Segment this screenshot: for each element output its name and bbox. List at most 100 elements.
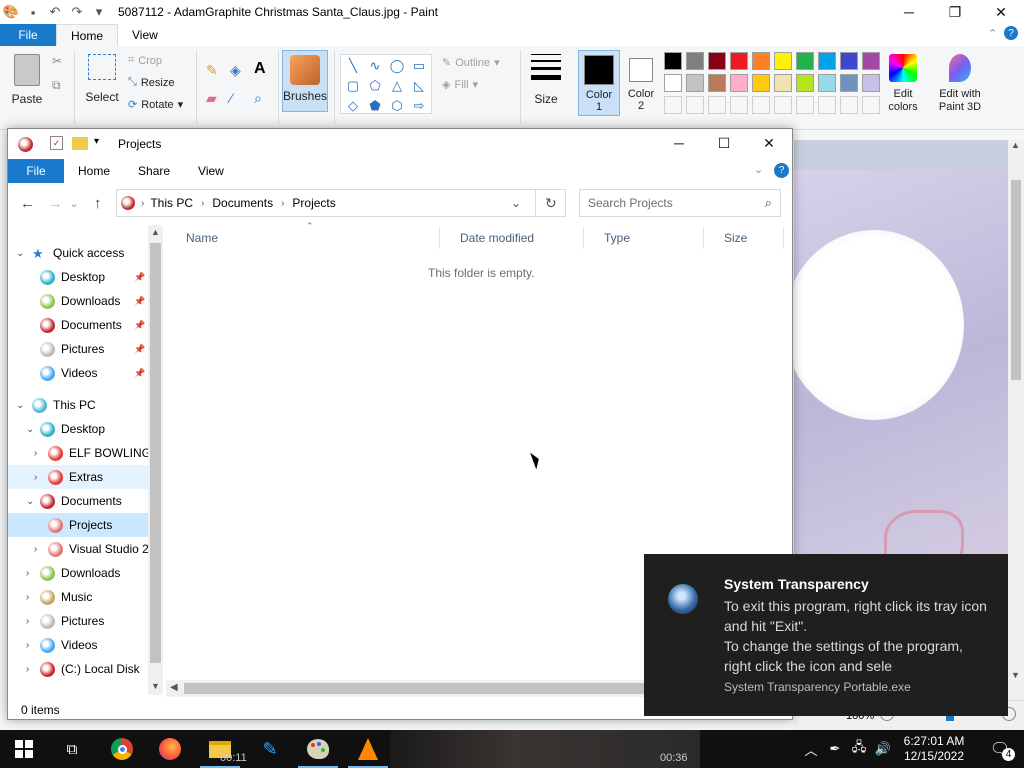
network-icon[interactable]: 🖧 xyxy=(848,730,870,768)
explorer-minimize-button[interactable]: ─ xyxy=(656,131,702,155)
paint-tab-view[interactable]: View xyxy=(118,24,172,46)
size-button[interactable]: Size xyxy=(526,54,566,106)
nav-desktop[interactable]: ⌄ Desktop xyxy=(8,417,148,441)
search-input[interactable]: Search Projects xyxy=(588,196,673,210)
pin-icon[interactable]: 📌 xyxy=(134,296,145,307)
customize-toolbar-icon[interactable]: ▾ xyxy=(90,3,108,21)
palette-empty-swatch[interactable] xyxy=(774,96,792,114)
palette-empty-swatch[interactable] xyxy=(818,96,836,114)
up-arrow-icon[interactable]: ↑ xyxy=(94,195,102,212)
search-box[interactable]: Search Projects ⌕ xyxy=(579,189,781,217)
palette-empty-swatch[interactable] xyxy=(840,96,858,114)
select-button[interactable]: Select xyxy=(84,54,120,104)
column-type[interactable]: Type xyxy=(584,227,704,249)
right-triangle-shape-icon[interactable]: ◺ xyxy=(409,77,429,95)
explorer-maximize-button[interactable]: ☐ xyxy=(701,131,747,155)
address-bar[interactable]: › This PC › Documents › Projects ⌄ ↻ xyxy=(116,189,566,217)
expand-chevron-icon[interactable]: › xyxy=(26,616,29,627)
palette-empty-swatch[interactable] xyxy=(862,96,880,114)
explorer-tab-file[interactable]: File xyxy=(8,159,64,183)
hexagon-shape-icon[interactable]: ⬡ xyxy=(387,97,407,115)
expand-chevron-icon[interactable]: › xyxy=(26,640,29,651)
notification-toast[interactable]: System Transparency To exit this program… xyxy=(644,554,1008,716)
nav-documents[interactable]: ⌄ Documents xyxy=(8,489,148,513)
shapes-gallery[interactable]: ╲ ∿ ◯ ▭ ▢ ⬠ △ ◺ ◇ ⬟ ⬡ ⇨ xyxy=(340,54,432,114)
curve-shape-icon[interactable]: ∿ xyxy=(365,57,385,75)
volume-icon[interactable]: 🔊 xyxy=(872,730,894,768)
recent-locations-icon[interactable]: ⌄ xyxy=(70,199,78,210)
explorer-tab-home[interactable]: Home xyxy=(64,159,124,183)
help-icon[interactable]: ? xyxy=(1004,26,1018,40)
expand-chevron-icon[interactable]: › xyxy=(26,592,29,603)
taskbar-pen-tool[interactable]: ✎ xyxy=(246,730,294,768)
pentagon-shape-icon[interactable]: ⬟ xyxy=(365,97,385,115)
color1-button[interactable]: Color 1 xyxy=(578,50,620,116)
palette-swatch[interactable] xyxy=(730,52,748,70)
explorer-tab-share[interactable]: Share xyxy=(124,159,184,183)
palette-swatch[interactable] xyxy=(796,52,814,70)
oval-shape-icon[interactable]: ◯ xyxy=(387,57,407,75)
rotate-button[interactable]: ⟳ Rotate ▾ xyxy=(128,98,183,112)
rounded-rectangle-shape-icon[interactable]: ▢ xyxy=(343,77,363,95)
paste-button[interactable]: Paste xyxy=(10,54,44,106)
nav-quick-access-item[interactable]: Documents 📌 xyxy=(8,313,148,337)
color-picker-icon[interactable]: ⁄ xyxy=(230,90,232,106)
undo-icon[interactable]: ↶ xyxy=(46,3,64,21)
fill-bucket-icon[interactable]: ◈ xyxy=(230,62,241,79)
paint-close-button[interactable]: ✕ xyxy=(978,0,1024,24)
brushes-button[interactable]: Brushes xyxy=(282,50,328,112)
palette-swatch[interactable] xyxy=(840,52,858,70)
column-date-modified[interactable]: Date modified xyxy=(440,227,584,249)
nav-quick-access-item[interactable]: Desktop 📌 xyxy=(8,265,148,289)
breadcrumb-this-pc[interactable]: This PC xyxy=(150,196,193,210)
start-button[interactable] xyxy=(0,730,48,768)
navigation-scrollbar[interactable]: ▲ ▼ xyxy=(148,225,163,695)
taskbar-paint[interactable] xyxy=(294,730,342,768)
nav-this-pc-item[interactable]: › Videos xyxy=(8,633,148,657)
palette-empty-swatch[interactable] xyxy=(664,96,682,114)
palette-empty-swatch[interactable] xyxy=(708,96,726,114)
paint-tab-file[interactable]: File xyxy=(0,24,56,46)
breadcrumb-documents[interactable]: Documents xyxy=(212,196,273,210)
palette-swatch[interactable] xyxy=(708,74,726,92)
nav-documents-child[interactable]: › Visual Studio 2 xyxy=(8,537,148,561)
rectangle-shape-icon[interactable]: ▭ xyxy=(409,57,429,75)
arrow-shape-icon[interactable]: ⇨ xyxy=(409,97,429,115)
breadcrumb-projects[interactable]: Projects xyxy=(292,196,335,210)
pin-icon[interactable]: 📌 xyxy=(134,368,145,379)
nav-quick-access-item[interactable]: Downloads 📌 xyxy=(8,289,148,313)
fill-button[interactable]: ◈ Fill ▾ xyxy=(442,78,478,92)
palette-swatch[interactable] xyxy=(840,74,858,92)
palette-swatch[interactable] xyxy=(862,74,880,92)
search-icon[interactable]: ⌕ xyxy=(765,195,772,211)
taskbar-vlc[interactable] xyxy=(344,730,392,768)
palette-swatch[interactable] xyxy=(730,74,748,92)
palette-swatch[interactable] xyxy=(752,74,770,92)
clock[interactable]: 6:27:01 AM 12/15/2022 xyxy=(896,730,972,768)
pencil-icon[interactable]: ✎ xyxy=(206,62,218,79)
expand-chevron-icon[interactable]: › xyxy=(26,664,29,675)
explorer-tab-view[interactable]: View xyxy=(184,159,238,183)
color2-button[interactable]: Color 2 xyxy=(622,50,660,116)
palette-swatch[interactable] xyxy=(774,74,792,92)
expand-chevron-icon[interactable]: ⌄ xyxy=(26,424,34,435)
palette-swatch[interactable] xyxy=(774,52,792,70)
nav-documents-child[interactable]: Projects xyxy=(8,513,148,537)
expand-ribbon-icon[interactable]: ⌄ xyxy=(754,163,763,176)
edit-with-paint3d-button[interactable]: Edit with Paint 3D xyxy=(934,54,986,114)
nav-this-pc-item[interactable]: › Music xyxy=(8,585,148,609)
properties-icon[interactable]: ✓ xyxy=(50,136,63,150)
paint-maximize-button[interactable]: ❐ xyxy=(932,0,978,24)
expand-chevron-icon[interactable]: › xyxy=(34,472,37,483)
palette-swatch[interactable] xyxy=(664,52,682,70)
redo-icon[interactable]: ↷ xyxy=(68,3,86,21)
navigation-scrollbar-thumb[interactable] xyxy=(150,243,161,663)
pen-tray-icon[interactable]: ✒ xyxy=(824,730,846,768)
nav-quick-access-item[interactable]: Pictures 📌 xyxy=(8,337,148,361)
nav-quick-access-item[interactable]: Videos 📌 xyxy=(8,361,148,385)
explorer-close-button[interactable]: ✕ xyxy=(746,131,792,155)
palette-swatch[interactable] xyxy=(664,74,682,92)
magnifier-icon[interactable]: ⌕ xyxy=(254,90,262,107)
palette-empty-swatch[interactable] xyxy=(730,96,748,114)
save-icon[interactable]: ▪ xyxy=(24,3,42,21)
